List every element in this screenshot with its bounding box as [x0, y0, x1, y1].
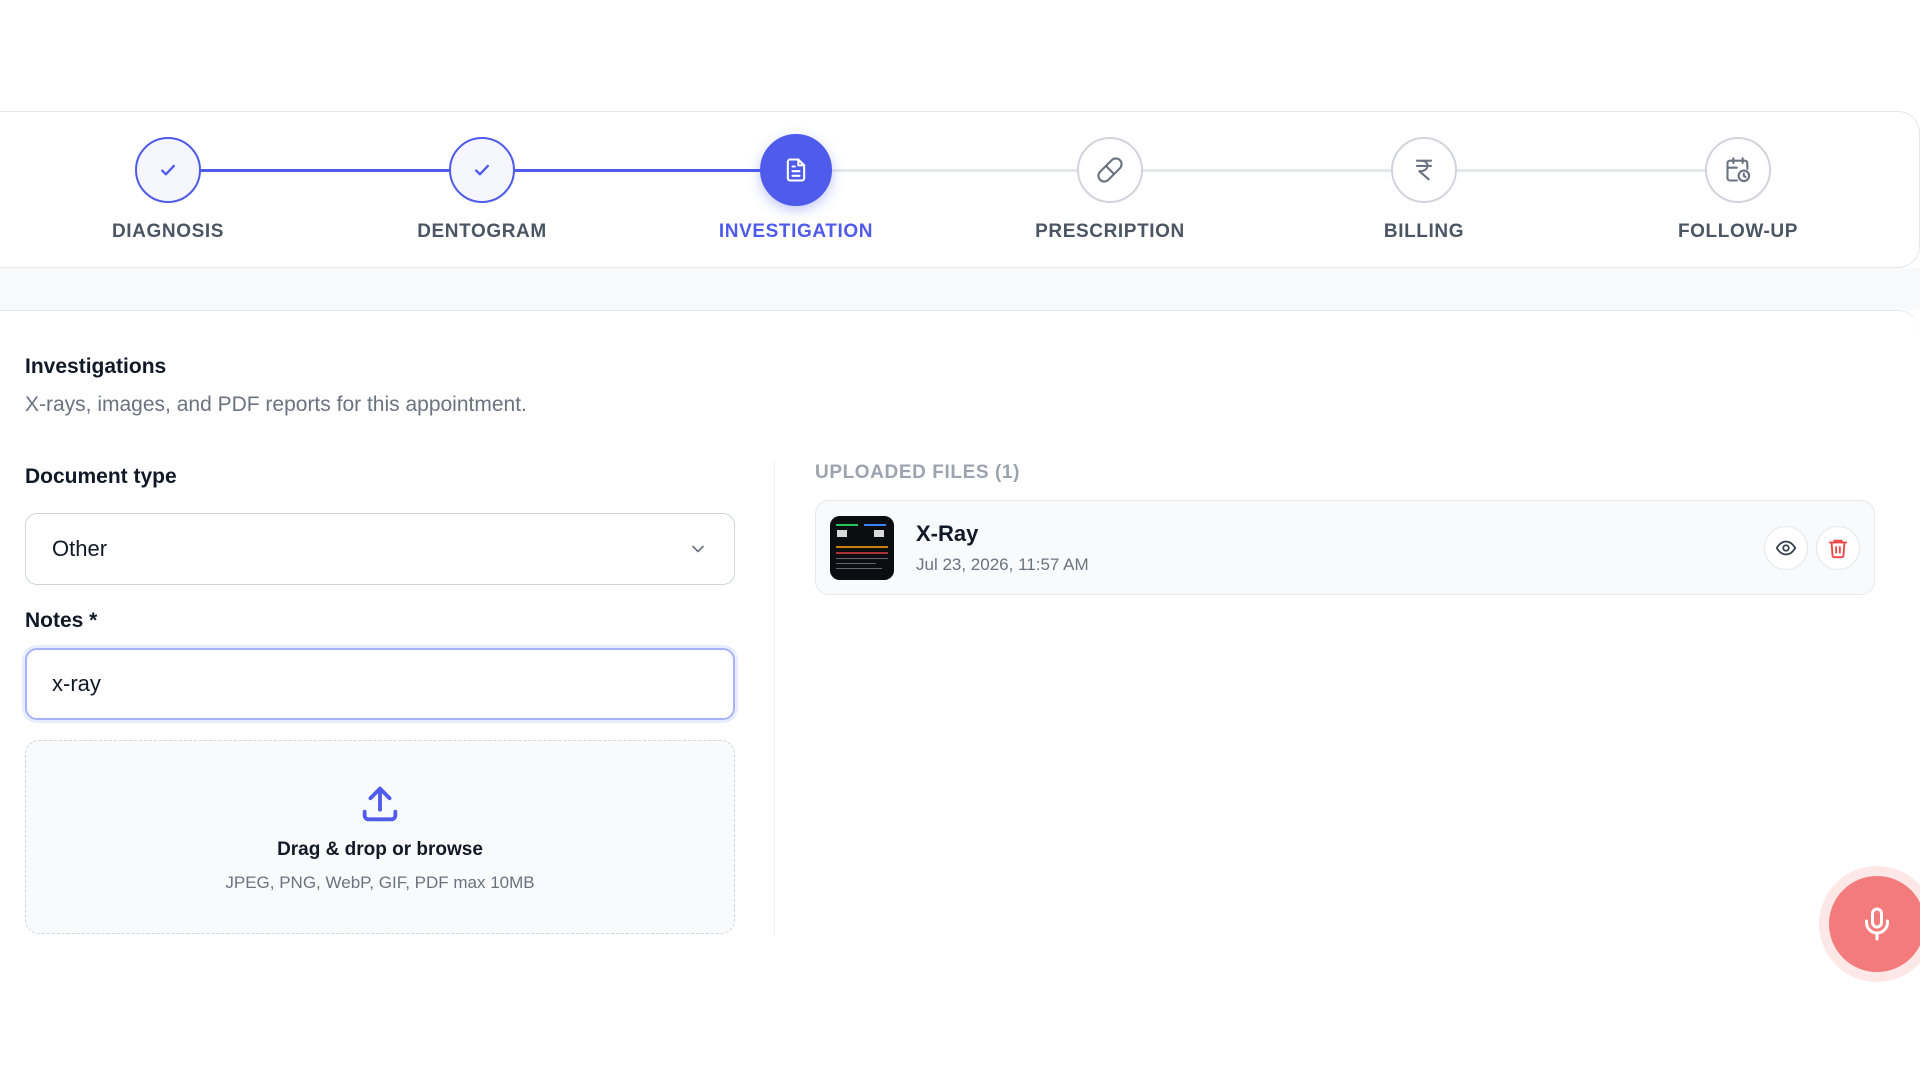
notes-value: x-ray	[52, 671, 101, 696]
step-label: DIAGNOSIS	[111, 221, 225, 242]
step-billing[interactable]: BILLING	[1294, 137, 1554, 243]
step-circle	[1077, 137, 1143, 203]
step-circle	[135, 137, 201, 203]
document-type-value: Other	[52, 536, 108, 561]
step-prescription[interactable]: PRESCRIPTION	[980, 137, 1240, 243]
file-name: X-Ray	[916, 520, 979, 546]
file-thumbnail[interactable]	[830, 515, 894, 580]
file-meta: X-Ray Jul 23, 2026, 11:57 AM	[916, 521, 1756, 575]
notes-input[interactable]: x-ray	[25, 648, 735, 720]
step-circle	[449, 137, 515, 203]
upload-icon	[362, 786, 398, 822]
page: DIAGNOSIS DENTOGRAM INVESTIGATION PRESCR…	[0, 0, 1920, 1080]
column-divider	[774, 462, 775, 936]
check-icon	[475, 164, 489, 176]
step-investigation[interactable]: INVESTIGATION	[666, 134, 926, 243]
step-label: PRESCRIPTION	[1035, 221, 1185, 242]
document-type-label: Document type	[25, 465, 177, 488]
voice-input-button[interactable]	[1829, 876, 1920, 972]
step-label: DENTOGRAM	[417, 221, 547, 242]
view-file-button[interactable]	[1764, 525, 1808, 570]
check-icon	[161, 164, 175, 176]
microphone-icon	[1865, 907, 1889, 941]
step-label: INVESTIGATION	[718, 221, 874, 242]
delete-file-button[interactable]	[1816, 525, 1860, 570]
notes-label: Notes *	[25, 609, 98, 632]
step-label: BILLING	[1383, 221, 1465, 242]
section-title: Investigations	[25, 355, 167, 378]
section-separator	[0, 268, 1920, 310]
xray-thumbnail-image	[830, 515, 894, 580]
pill-icon	[1097, 157, 1123, 183]
document-type-select[interactable]: Other	[25, 513, 735, 585]
step-circle	[760, 134, 832, 206]
dropzone-title: Drag & drop or browse	[277, 839, 483, 860]
calendar-clock-icon	[1726, 157, 1751, 183]
section-subtitle: X-rays, images, and PDF reports for this…	[25, 393, 527, 416]
file-date: Jul 23, 2026, 11:57 AM	[916, 554, 1089, 574]
step-label: FOLLOW-UP	[1677, 221, 1799, 242]
uploaded-file-item[interactable]: X-Ray Jul 23, 2026, 11:57 AM	[815, 500, 1875, 595]
rupee-icon	[1415, 159, 1433, 181]
uploaded-files-heading: UPLOADED FILES (1)	[815, 462, 1021, 483]
step-diagnosis[interactable]: DIAGNOSIS	[38, 137, 298, 243]
step-circle	[1391, 137, 1457, 203]
eye-icon	[1775, 540, 1797, 555]
file-dropzone[interactable]: Drag & drop or browse JPEG, PNG, WebP, G…	[25, 740, 735, 934]
step-circle	[1705, 137, 1771, 203]
document-icon	[786, 158, 806, 182]
dropzone-hint: JPEG, PNG, WebP, GIF, PDF max 10MB	[225, 873, 535, 892]
trash-icon	[1828, 539, 1848, 558]
chevron-down-icon	[692, 545, 704, 553]
step-dentogram[interactable]: DENTOGRAM	[352, 137, 612, 243]
step-follow-up[interactable]: FOLLOW-UP	[1608, 137, 1868, 243]
